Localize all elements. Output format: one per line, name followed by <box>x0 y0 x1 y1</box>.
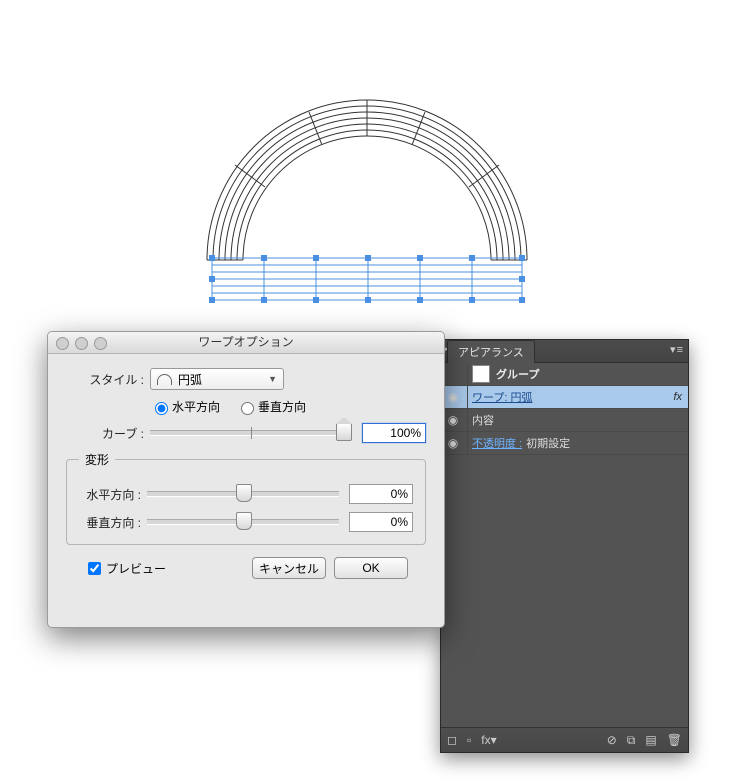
appearance-item-warp[interactable]: ◉ ワープ: 円弧 fx <box>441 386 688 409</box>
radio-input[interactable] <box>155 402 168 415</box>
window-traffic-lights[interactable] <box>56 337 107 350</box>
cancel-button[interactable]: キャンセル <box>252 557 326 579</box>
dialog-titlebar[interactable]: ワープオプション <box>48 332 444 354</box>
panel-menu-icon[interactable]: ▾≡ <box>670 343 684 356</box>
style-label: スタイル : <box>66 371 144 388</box>
visibility-icon[interactable]: ◉ <box>443 436 463 450</box>
thumbnail-icon <box>472 365 490 383</box>
warp-link[interactable]: ワープ: 円弧 <box>472 389 673 405</box>
chevron-down-icon: ▼ <box>268 374 277 384</box>
canvas <box>0 0 734 335</box>
no-fill-icon[interactable]: ▫ <box>467 733 471 747</box>
checkbox-input[interactable] <box>88 562 101 575</box>
slider-knob[interactable] <box>236 512 252 530</box>
distort-v-input[interactable] <box>349 512 413 532</box>
curve-slider[interactable] <box>150 430 352 436</box>
orientation-vertical-radio[interactable]: 垂直方向 <box>236 398 306 415</box>
target-label: グループ <box>496 366 682 382</box>
ok-button[interactable]: OK <box>334 557 408 579</box>
radio-input[interactable] <box>241 402 254 415</box>
curve-label: カーブ : <box>66 425 144 442</box>
close-icon[interactable] <box>56 337 69 350</box>
distort-v-slider[interactable] <box>147 519 339 525</box>
style-select[interactable]: 円弧 ▼ <box>150 368 284 390</box>
fx-menu-icon[interactable]: fx▾ <box>481 733 496 747</box>
appearance-item-opacity[interactable]: ◉ 不透明度 : 初期設定 <box>441 432 688 455</box>
distort-h-label: 水平方向 : <box>79 486 141 503</box>
panel-footer: ◻ ▫ fx▾ ⊘ ⧉ ▤ 🗑 <box>441 727 688 752</box>
slider-knob[interactable] <box>336 423 352 441</box>
visibility-icon[interactable]: ◉ <box>443 413 463 427</box>
distort-h-slider[interactable] <box>147 491 339 497</box>
zoom-icon[interactable] <box>94 337 107 350</box>
minimize-icon[interactable] <box>75 337 88 350</box>
opacity-link[interactable]: 不透明度 : <box>472 435 522 451</box>
arc-icon <box>157 374 172 385</box>
distort-legend: 変形 <box>79 451 115 468</box>
panel-tabbar: ▸ アピアランス ▾≡ <box>441 340 688 363</box>
panel-body: グループ ◉ ワープ: 円弧 fx ◉ 内容 ◉ 不透明度 : 初期設定 <box>441 363 688 727</box>
warp-options-dialog: ワープオプション スタイル : 円弧 ▼ 水平方向 垂直方向 カーブ : <box>47 331 445 628</box>
preview-checkbox[interactable]: プレビュー <box>84 559 166 578</box>
fx-badge[interactable]: fx <box>673 391 682 403</box>
visibility-icon[interactable]: ◉ <box>443 390 463 404</box>
appearance-item-contents[interactable]: ◉ 内容 <box>441 409 688 432</box>
opacity-value: 初期設定 <box>526 435 570 451</box>
curve-input[interactable] <box>362 423 426 443</box>
dialog-title: ワープオプション <box>198 335 293 349</box>
new-icon[interactable]: ▤ <box>645 733 656 747</box>
no-stroke-icon[interactable]: ◻ <box>447 733 457 747</box>
slider-knob[interactable] <box>236 484 252 502</box>
clear-appearance-icon[interactable]: ⊘ <box>607 733 617 747</box>
orientation-horizontal-radio[interactable]: 水平方向 <box>150 398 220 415</box>
trash-icon[interactable]: 🗑 <box>667 733 682 747</box>
appearance-panel: ▸ アピアランス ▾≡ グループ ◉ ワープ: 円弧 fx ◉ 内容 ◉ 不透明… <box>440 339 689 753</box>
contents-label: 内容 <box>472 412 682 428</box>
distort-group: 変形 水平方向 : 垂直方向 : <box>66 451 426 545</box>
distort-h-input[interactable] <box>349 484 413 504</box>
artwork-arc <box>177 50 557 335</box>
tab-appearance[interactable]: アピアランス <box>447 340 535 363</box>
appearance-target-row: グループ <box>441 363 688 386</box>
style-value: 円弧 <box>178 371 202 388</box>
distort-v-label: 垂直方向 : <box>79 514 141 531</box>
duplicate-icon[interactable]: ⧉ <box>627 733 636 748</box>
